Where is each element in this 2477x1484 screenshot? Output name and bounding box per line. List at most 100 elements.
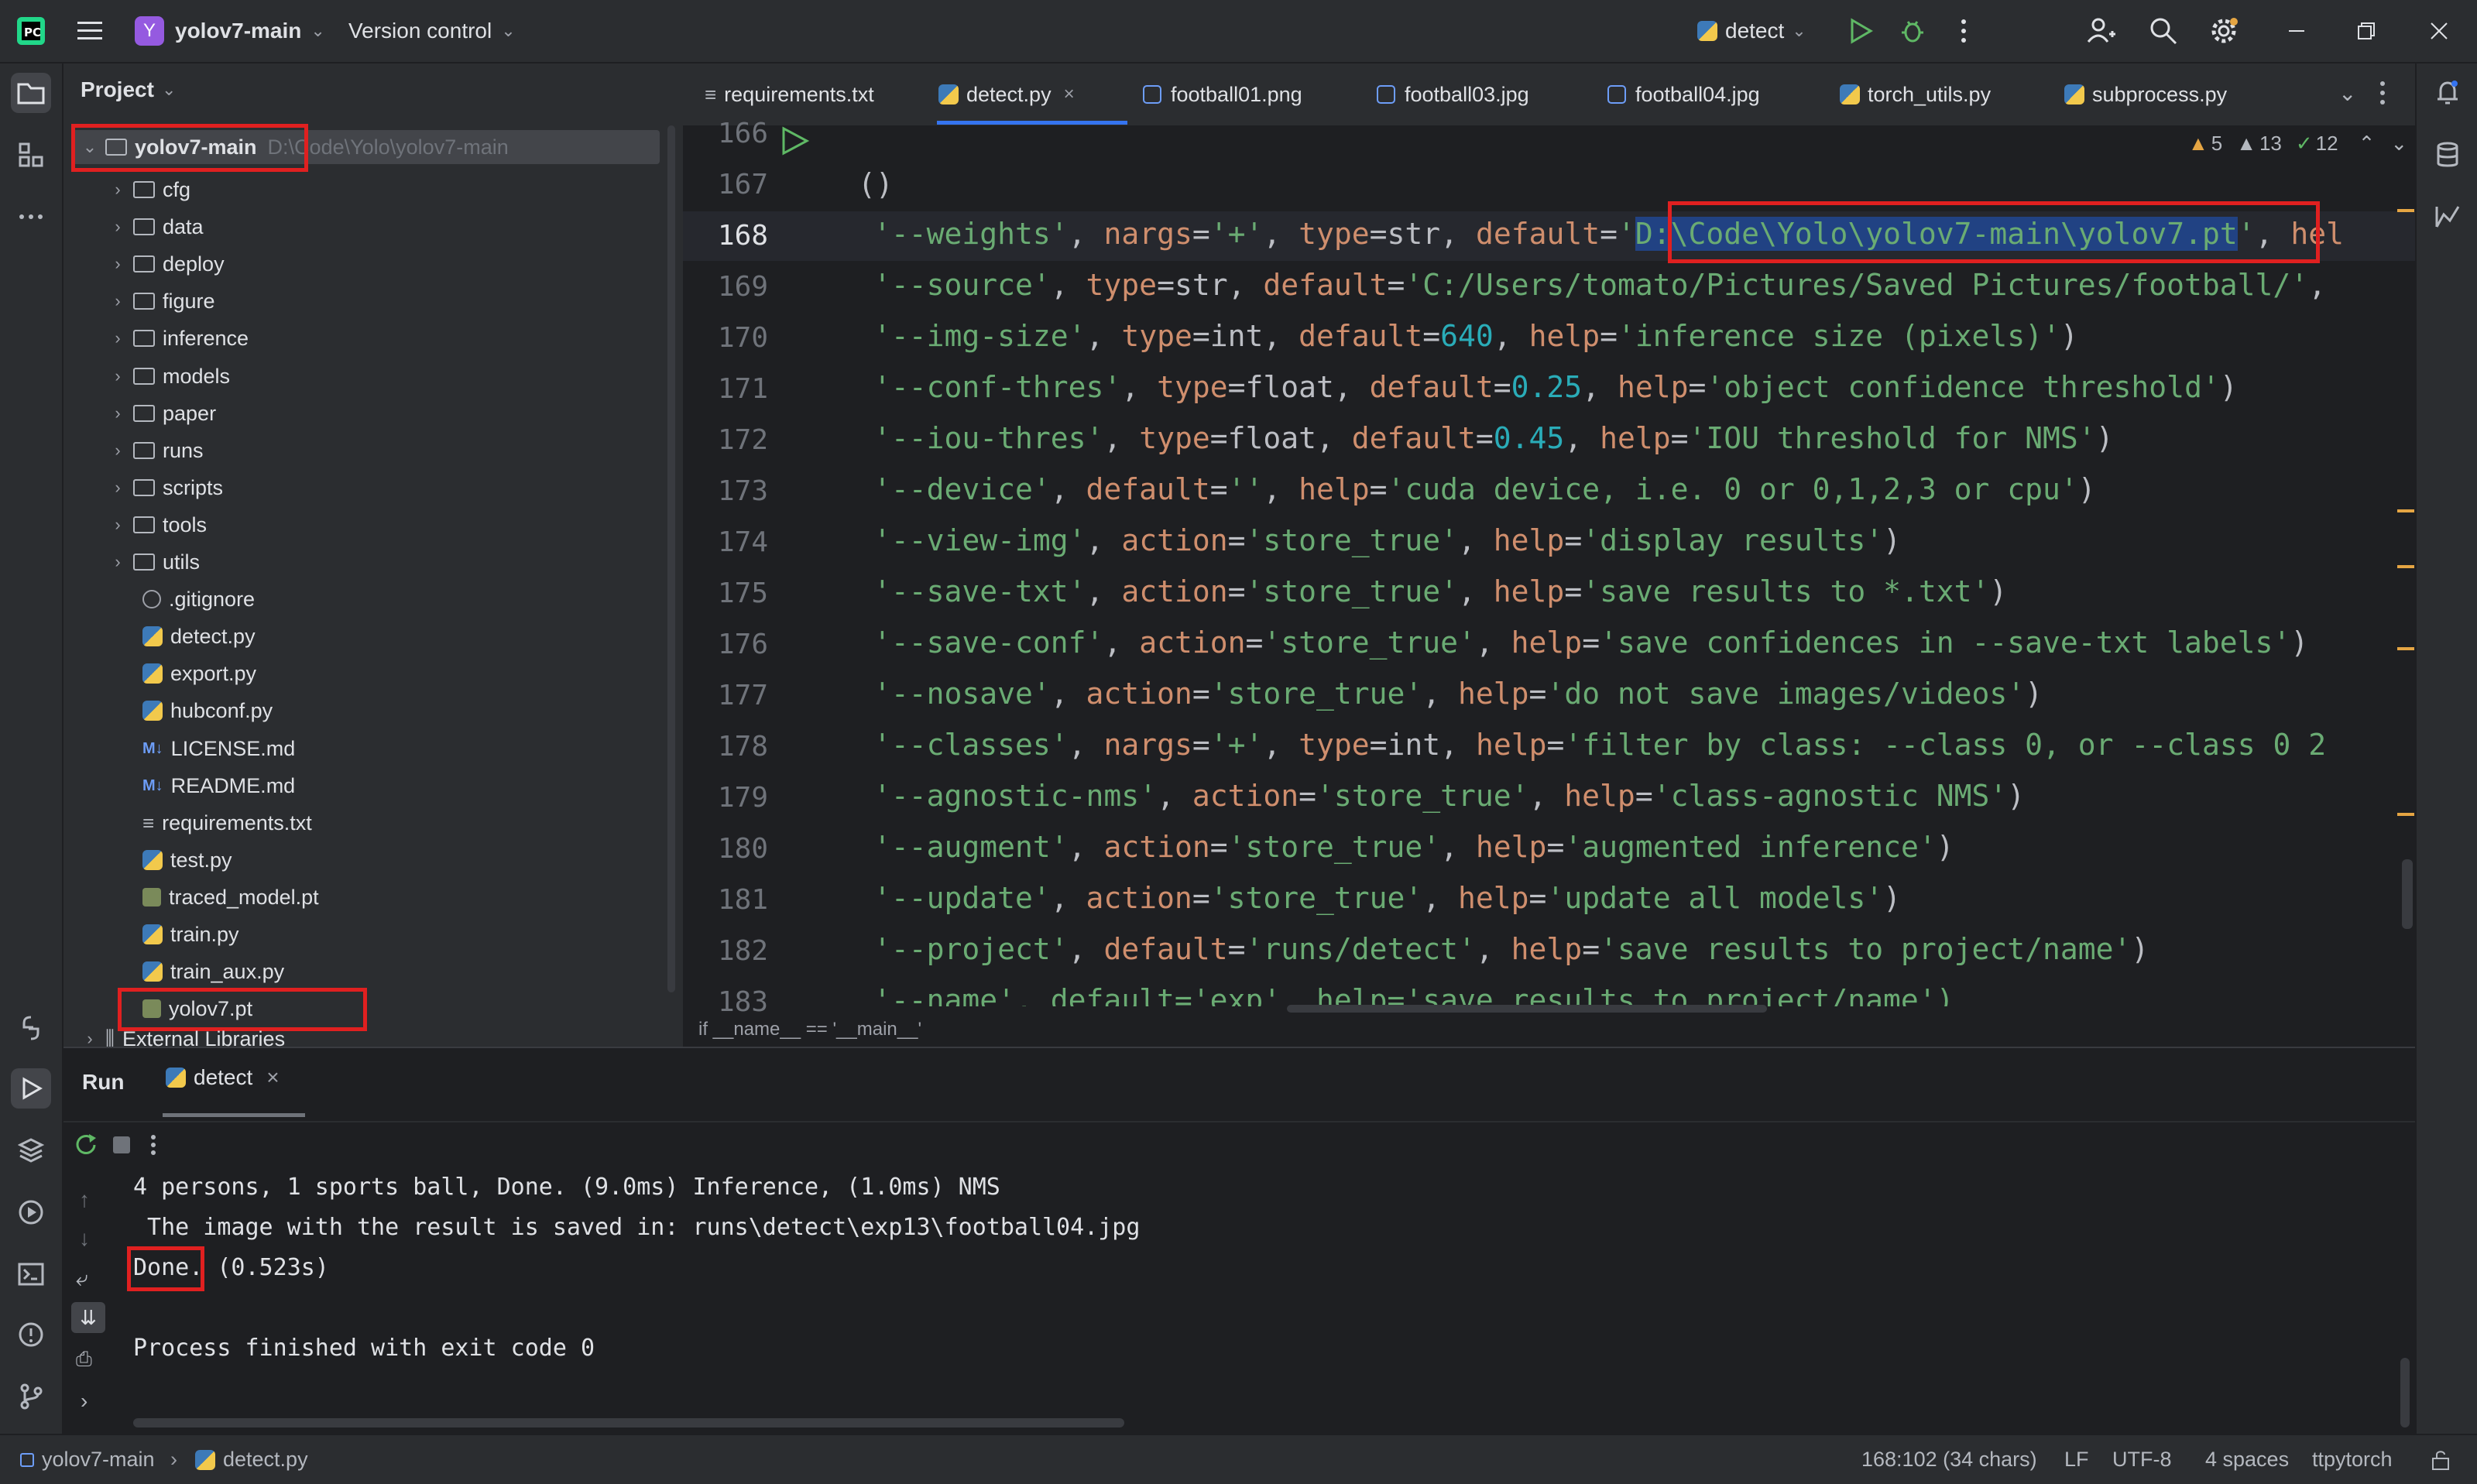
stop-icon[interactable] bbox=[113, 1136, 130, 1153]
readonly-lock-icon[interactable] bbox=[2430, 1435, 2451, 1484]
tree-folder-scripts[interactable]: › scripts bbox=[108, 471, 223, 505]
console-hscrollbar[interactable] bbox=[133, 1418, 1124, 1427]
debug-icon[interactable] bbox=[1899, 17, 1926, 45]
chevron-right-icon[interactable]: › bbox=[108, 508, 127, 542]
run-more-options-icon[interactable] bbox=[149, 1133, 158, 1160]
scroll-down-icon[interactable]: ↓ bbox=[79, 1226, 90, 1251]
previous-highlight-icon[interactable]: ⌃ bbox=[2359, 132, 2376, 156]
tree-file-row[interactable]: hubconf.py bbox=[142, 694, 273, 728]
console-vscrollbar[interactable] bbox=[2400, 1358, 2410, 1427]
project-selector[interactable]: Y yolov7-main ⌄ bbox=[135, 14, 325, 48]
chevron-right-icon[interactable]: › bbox=[108, 545, 127, 579]
tree-folder-paper[interactable]: › paper bbox=[108, 396, 216, 430]
tree-folder-cfg[interactable]: › cfg bbox=[108, 173, 190, 207]
main-menu-icon[interactable] bbox=[76, 19, 104, 43]
git-branch-icon[interactable] bbox=[11, 1376, 51, 1417]
more-tools-icon[interactable] bbox=[11, 197, 51, 237]
run-tool-icon[interactable] bbox=[11, 1068, 51, 1109]
chevron-right-icon[interactable]: › bbox=[108, 173, 127, 207]
tree-file-row[interactable]: train_aux.py bbox=[142, 954, 284, 989]
chevron-right-icon[interactable]: › bbox=[108, 210, 127, 244]
problems-icon[interactable] bbox=[11, 1314, 51, 1355]
line-separator[interactable]: LF bbox=[2064, 1435, 2089, 1484]
restore-icon[interactable] bbox=[2354, 19, 2379, 43]
more-options-icon[interactable] bbox=[1956, 17, 1971, 45]
status-project-crumb[interactable]: yolov7-main bbox=[20, 1435, 155, 1484]
tree-file-row[interactable]: M↓ README.md bbox=[142, 769, 295, 803]
database-icon[interactable] bbox=[2427, 135, 2468, 175]
tree-folder-utils[interactable]: › utils bbox=[108, 545, 200, 579]
chevron-right-icon[interactable]: › bbox=[108, 284, 127, 318]
rerun-icon[interactable] bbox=[73, 1132, 99, 1162]
project-scrollbar[interactable] bbox=[667, 125, 675, 992]
search-icon[interactable] bbox=[2148, 15, 2179, 46]
chevron-right-icon[interactable]: › bbox=[108, 434, 127, 468]
inspection-widget[interactable]: ▲ 5 ▲ 13 ✓ 12 ⌃ ⌄ bbox=[2188, 132, 2407, 156]
run-gutter-icon[interactable] bbox=[779, 125, 810, 159]
tree-folder-runs[interactable]: › runs bbox=[108, 434, 203, 468]
tree-file-row[interactable]: traced_model.pt bbox=[142, 880, 319, 914]
editor-scrollbar[interactable] bbox=[2402, 859, 2413, 929]
tree-folder-figure[interactable]: › figure bbox=[108, 284, 214, 318]
project-tool-icon[interactable] bbox=[11, 73, 51, 113]
project-panel-header[interactable]: Project ⌄ bbox=[81, 77, 176, 102]
scientific-mode-icon[interactable] bbox=[2427, 197, 2468, 237]
tab-torch-utils-py[interactable]: torch_utils.py bbox=[1840, 63, 1991, 125]
settings-gear-icon[interactable] bbox=[2208, 15, 2239, 46]
scroll-to-end-icon[interactable]: ⇊ bbox=[71, 1302, 105, 1333]
terminal-icon[interactable] bbox=[11, 1254, 51, 1294]
tree-file-row[interactable]: detect.py bbox=[142, 619, 256, 653]
app-logo-icon[interactable]: PC bbox=[15, 15, 46, 46]
caret-position[interactable]: 168:102 (34 chars) bbox=[1861, 1435, 2037, 1484]
version-control-menu[interactable]: Version control ⌄ bbox=[348, 14, 516, 48]
tab-more-options-icon[interactable] bbox=[2377, 79, 2388, 111]
tree-file-row[interactable]: .gitignore bbox=[142, 582, 255, 616]
tab-football01-png[interactable]: football01.png bbox=[1143, 63, 1302, 125]
tree-file-row[interactable]: train.py bbox=[142, 917, 239, 951]
chevron-right-icon[interactable]: › bbox=[108, 471, 127, 505]
close-tab-icon[interactable]: × bbox=[1064, 84, 1075, 105]
chevron-right-icon[interactable]: › bbox=[108, 247, 127, 281]
tree-folder-inference[interactable]: › inference bbox=[108, 321, 249, 355]
soft-wrap-icon[interactable]: ⤶ bbox=[76, 1266, 88, 1292]
file-encoding[interactable]: UTF-8 bbox=[2112, 1435, 2172, 1484]
services-icon[interactable] bbox=[11, 1192, 51, 1232]
chevron-right-icon[interactable]: › bbox=[108, 321, 127, 355]
run-icon[interactable] bbox=[1846, 17, 1874, 45]
tab-requirements-txt[interactable]: ≡ requirements.txt bbox=[705, 63, 874, 125]
editor-breadcrumb[interactable]: if __name__ == '__main__' bbox=[698, 1019, 921, 1040]
chevron-right-icon[interactable]: › bbox=[108, 396, 127, 430]
tree-folder-tools[interactable]: › tools bbox=[108, 508, 207, 542]
tab-football04-jpg[interactable]: football04.jpg bbox=[1607, 63, 1760, 125]
tree-file-row[interactable]: M↓ LICENSE.md bbox=[142, 732, 295, 766]
close-window-icon[interactable] bbox=[2427, 19, 2451, 43]
run-tab-detect[interactable]: detect × bbox=[166, 1065, 280, 1090]
minimize-icon[interactable] bbox=[2284, 19, 2309, 43]
run-config-selector[interactable]: detect ⌄ bbox=[1697, 14, 1806, 48]
tree-folder-models[interactable]: › models bbox=[108, 359, 230, 393]
notifications-icon[interactable] bbox=[2427, 73, 2468, 113]
tree-folder-deploy[interactable]: › deploy bbox=[108, 247, 224, 281]
close-run-tab-icon[interactable]: × bbox=[266, 1065, 279, 1090]
expand-chevron-icon[interactable]: › bbox=[81, 1389, 87, 1414]
scroll-up-icon[interactable]: ↑ bbox=[79, 1188, 90, 1212]
chevron-right-icon[interactable]: › bbox=[108, 359, 127, 393]
tree-folder-data[interactable]: › data bbox=[108, 210, 203, 244]
tab-list-chevron-icon[interactable]: ⌄ bbox=[2338, 81, 2356, 106]
next-highlight-icon[interactable]: ⌄ bbox=[2390, 132, 2407, 156]
editor-hscrollbar[interactable] bbox=[1287, 1005, 1767, 1013]
tree-file-row[interactable]: export.py bbox=[142, 656, 256, 691]
python-packages-icon[interactable] bbox=[11, 1130, 51, 1170]
python-interpreter[interactable]: ttpytorch bbox=[2312, 1435, 2393, 1484]
tree-file-row[interactable]: ≡ requirements.txt bbox=[142, 806, 312, 840]
structure-tool-icon[interactable] bbox=[11, 135, 51, 175]
tab-football03-jpg[interactable]: football03.jpg bbox=[1377, 63, 1529, 125]
print-icon[interactable]: ⎙ bbox=[76, 1347, 92, 1372]
indent-setting[interactable]: 4 spaces bbox=[2205, 1435, 2289, 1484]
add-user-icon[interactable] bbox=[2086, 15, 2117, 46]
status-file-crumb[interactable]: detect.py bbox=[195, 1435, 308, 1484]
tab-subprocess-py[interactable]: subprocess.py bbox=[2064, 63, 2227, 125]
code-editor[interactable]: 166 167 168 169 170 171 172 173 174 175 176 177 178 1… bbox=[683, 118, 2415, 1018]
python-console-icon[interactable] bbox=[11, 1008, 51, 1048]
tree-file-row[interactable]: test.py bbox=[142, 843, 232, 877]
